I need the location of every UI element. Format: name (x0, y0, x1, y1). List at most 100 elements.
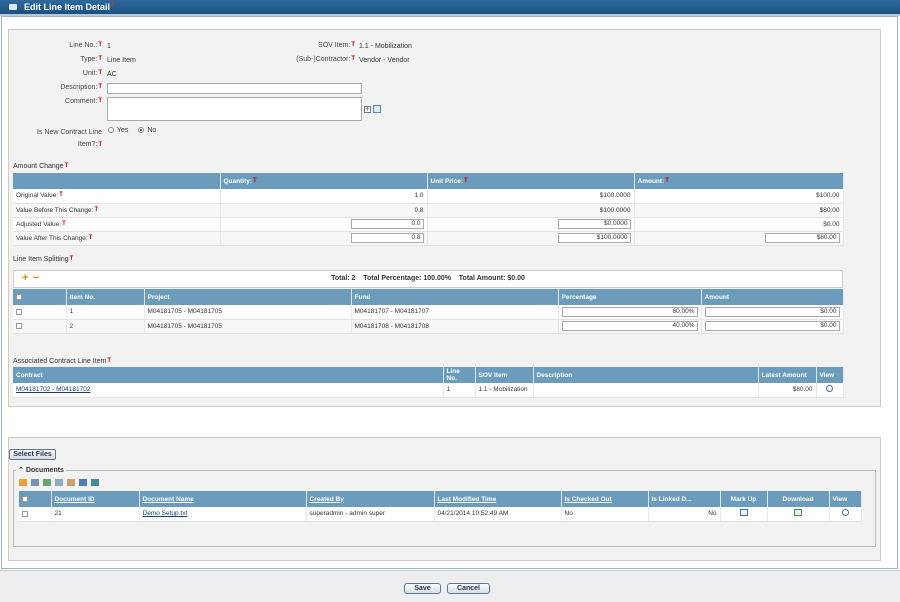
after-quantity-input[interactable]: 0.8 (350, 233, 424, 243)
amount-input-cell: $0.00 (701, 319, 844, 334)
quantity-cell: 0.8 (220, 203, 428, 218)
adjusted-quantity-input[interactable]: 0.0 (350, 219, 424, 229)
upload-icon[interactable] (19, 479, 27, 486)
window-icon (9, 4, 17, 10)
contract-link[interactable]: M04181702 - M04181702 (16, 386, 90, 393)
yes-radio-circle[interactable] (108, 127, 114, 134)
sort-created-by[interactable]: Created By (310, 496, 344, 503)
adjusted-unit-price-input[interactable]: $0.0000 (557, 219, 631, 229)
document-name-cell: Demo Setup.txt (139, 507, 307, 522)
project-header: Project (144, 289, 352, 305)
sort-last-modified[interactable]: Last Modified Time (438, 496, 497, 503)
view-header: View (816, 367, 844, 383)
splitting-summary: Total: 2 Total Percentage: 100.00% Total… (331, 275, 525, 282)
row-label: Value Before This Change:T (13, 203, 221, 218)
footer-bar: Save Cancel (0, 570, 900, 602)
collapse-icon[interactable]: ⌃ (18, 467, 24, 474)
amount-cell: $80.00 (634, 203, 844, 218)
sort-document-id[interactable]: Document ID (55, 496, 95, 503)
add-document-icon[interactable] (42, 479, 51, 486)
amount-input[interactable]: $0.00 (704, 306, 840, 317)
sov-item-value: 1.1 - Mobilization (359, 43, 412, 50)
download-header: Download (767, 491, 830, 507)
amount-change-table: Quantity:T Unit Price:T Amount:T Origina… (13, 173, 844, 246)
markup-header: Mark Up (720, 491, 768, 507)
last-modified-cell: 04/21/2014 10:52:49 AM (434, 507, 562, 522)
type-value: Line Item (107, 57, 136, 64)
row-label: Value After This Change:T (13, 231, 221, 246)
sort-checked-out[interactable]: Is Checked Out (565, 496, 612, 503)
amount-input[interactable]: $0.00 (704, 321, 840, 331)
amount-change-title: Amount ChangeT (13, 163, 69, 170)
paste-icon[interactable] (66, 479, 75, 486)
documents-table: Document ID Document Name Created By Las… (19, 491, 862, 522)
select-all-checkbox[interactable] (16, 293, 22, 300)
documents-legend[interactable]: ⌃ Documents (16, 466, 66, 474)
document-id-header: Document ID (51, 491, 140, 507)
sort-document-name[interactable]: Document Name (143, 496, 194, 503)
unit-price-input-cell: $0.0000 (427, 217, 635, 232)
unit-price-header: Unit Price:T (427, 173, 635, 189)
percentage-input[interactable]: 40.00% (561, 321, 698, 331)
description-label: Description:T (60, 84, 102, 91)
is-linked-cell: No (648, 507, 721, 522)
contract-cell: M04181702 - M04181702 (13, 383, 444, 398)
row-checkbox[interactable] (16, 308, 22, 315)
unit-price-cell: $100.0000 (427, 203, 635, 218)
unlink-icon[interactable] (90, 479, 99, 486)
sov-item-label: SOV Item:T (318, 42, 355, 49)
comment-label: Comment:T (65, 98, 102, 105)
table-row: M04181702 - M04181702 1 1.1 - Mobilizati… (13, 383, 844, 398)
row-select-cell (13, 305, 67, 320)
documents-toolbar (19, 479, 101, 488)
splitting-header-row: Item No. Project Fund Percentage Amount (13, 289, 844, 305)
amount-input-cell: $80.00 (634, 231, 844, 246)
list-icon[interactable] (30, 479, 39, 486)
add-icon[interactable]: + (22, 271, 28, 286)
sov-item-cell: 1.1 - Mobilization (475, 383, 534, 398)
markup-icon[interactable] (739, 509, 748, 517)
subcontractor-label: (Sub-)Contractor:T (296, 56, 355, 63)
unit-value: AC (107, 71, 117, 78)
spellcheck-icon[interactable] (373, 105, 381, 113)
select-files-button[interactable]: Select Files (9, 449, 56, 460)
percentage-input[interactable]: 60.00% (561, 306, 698, 317)
view-cell (829, 507, 862, 522)
view-icon[interactable] (841, 509, 849, 517)
cancel-button[interactable]: Cancel (447, 583, 490, 594)
after-amount-input[interactable]: $80.00 (764, 233, 840, 243)
percentage-input-cell: 60.00% (558, 305, 702, 320)
yes-radio[interactable]: Yes (108, 127, 128, 134)
amount-cell: $100.00 (634, 189, 844, 204)
select-all-checkbox[interactable] (22, 495, 28, 502)
document-name-header: Document Name (139, 491, 307, 507)
is-linked-header: Is Linked D... (648, 491, 721, 507)
remove-icon[interactable]: − (33, 271, 39, 286)
no-radio[interactable]: No (138, 127, 156, 134)
document-name-link[interactable]: Demo Setup.txt (143, 510, 188, 517)
row-checkbox[interactable] (16, 322, 22, 329)
no-radio-circle[interactable] (138, 127, 145, 134)
subcontractor-value: Vendor - Vendor (359, 57, 410, 64)
associated-header-row: Contract Line No. SOV Item Description L… (13, 367, 844, 383)
project-cell: M04181705 - M04181705 (144, 319, 352, 334)
select-all-header (19, 491, 52, 507)
row-checkbox[interactable] (22, 510, 28, 517)
markup-cell (720, 507, 768, 522)
description-input[interactable] (107, 83, 362, 94)
expand-icon[interactable]: + (364, 106, 371, 113)
link-icon[interactable] (78, 479, 87, 486)
download-icon[interactable] (794, 509, 802, 517)
comment-textarea[interactable] (107, 97, 362, 121)
copy-icon[interactable] (54, 479, 63, 486)
save-button[interactable]: Save (404, 583, 441, 594)
line-no-value: 1 (107, 43, 111, 50)
after-unit-price-input[interactable]: $100.0000 (557, 233, 631, 243)
select-all-header (13, 289, 67, 305)
percentage-header: Percentage (558, 289, 702, 305)
view-icon[interactable] (826, 385, 833, 393)
amount-header-row: Quantity:T Unit Price:T Amount:T (13, 173, 844, 189)
row-select-cell (13, 319, 67, 334)
line-no-header: Line No. (443, 367, 476, 383)
percentage-input-cell: 40.00% (558, 319, 702, 334)
